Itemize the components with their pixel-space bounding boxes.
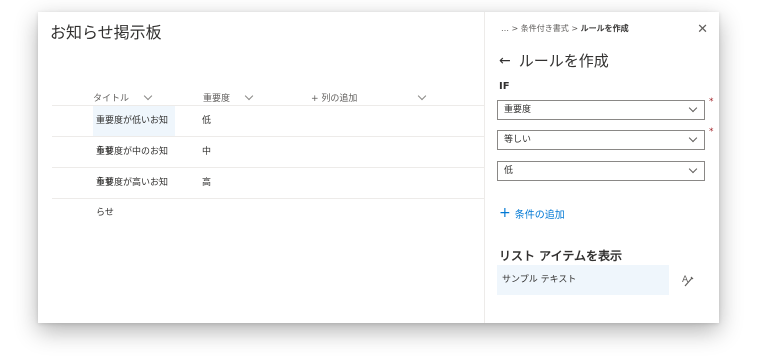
value-dropdown[interactable]: 低: [497, 161, 705, 181]
breadcrumb: … > 条件付き書式 > ルールを作成: [501, 23, 629, 34]
sample-text-preview[interactable]: サンプル テキスト: [497, 265, 669, 295]
required-asterisk: *: [709, 97, 714, 107]
cell-importance: 高: [202, 178, 212, 188]
chevron-down-icon: [244, 91, 254, 100]
operator-dropdown[interactable]: 等しい: [497, 130, 705, 150]
format-style-svg: A: [682, 275, 694, 287]
add-condition-button[interactable]: + 条件の追加: [499, 205, 565, 221]
add-condition-label: 条件の追加: [514, 209, 565, 221]
add-column-label: + 列の追加: [311, 94, 358, 104]
breadcrumb-ellipsis[interactable]: …: [501, 24, 509, 33]
required-asterisk: *: [709, 127, 714, 137]
cell-importance: 低: [202, 116, 212, 126]
plus-icon: +: [499, 205, 511, 221]
breadcrumb-parent[interactable]: 条件付き書式: [521, 24, 569, 33]
cell-importance: 中: [202, 147, 212, 157]
column-header-importance-label: 重要度: [203, 94, 231, 104]
chevron-down-icon: [688, 133, 698, 143]
app-window: お知らせ掲示板 タイトル 重要度 + 列の追加 重要度が低いお知らせ 低 重要度…: [38, 12, 719, 323]
field-dropdown-value: 重要度: [504, 105, 532, 115]
back-arrow-icon[interactable]: ←: [499, 53, 511, 69]
panel-heading-text: ルールを作成: [518, 52, 609, 70]
field-dropdown[interactable]: 重要度: [497, 100, 705, 120]
breadcrumb-separator: >: [571, 24, 581, 33]
cell-title[interactable]: 重要度が低いお知らせ: [93, 106, 175, 156]
cell-title[interactable]: 重要度が高いお知らせ: [93, 168, 175, 218]
list-pane: お知らせ掲示板 タイトル 重要度 + 列の追加 重要度が低いお知らせ 低 重要度…: [38, 12, 484, 323]
table-row[interactable]: 重要度が中のお知らせ 中: [52, 137, 484, 187]
chevron-down-icon: [688, 164, 698, 174]
table-row[interactable]: 重要度が低いお知らせ 低: [52, 106, 484, 156]
breadcrumb-separator: >: [511, 24, 521, 33]
chevron-down-icon: [418, 91, 427, 100]
if-label: IF: [499, 81, 510, 92]
value-dropdown-value: 低: [504, 166, 514, 176]
cell-title[interactable]: 重要度が中のお知らせ: [93, 137, 175, 187]
close-icon[interactable]: ✕: [697, 22, 708, 37]
breadcrumb-current: ルールを作成: [580, 24, 629, 33]
panel-heading: ← ルールを作成: [499, 50, 609, 71]
operator-dropdown-value: 等しい: [504, 135, 532, 145]
column-header-importance[interactable]: 重要度: [203, 91, 254, 104]
table-row[interactable]: 重要度が高いお知らせ 高: [52, 168, 484, 218]
column-header-title[interactable]: タイトル: [93, 91, 153, 104]
list-title: お知らせ掲示板: [50, 23, 162, 42]
chevron-down-icon: [688, 103, 698, 113]
column-header-title-label: タイトル: [93, 94, 130, 104]
add-column-button[interactable]: + 列の追加: [311, 91, 427, 104]
format-style-icon[interactable]: A: [682, 273, 694, 290]
show-list-item-label: リスト アイテムを表示: [499, 249, 622, 263]
conditional-format-panel: … > 条件付き書式 > ルールを作成 ✕ ← ルールを作成 IF 重要度 * …: [484, 12, 720, 323]
chevron-down-icon: [143, 91, 153, 100]
